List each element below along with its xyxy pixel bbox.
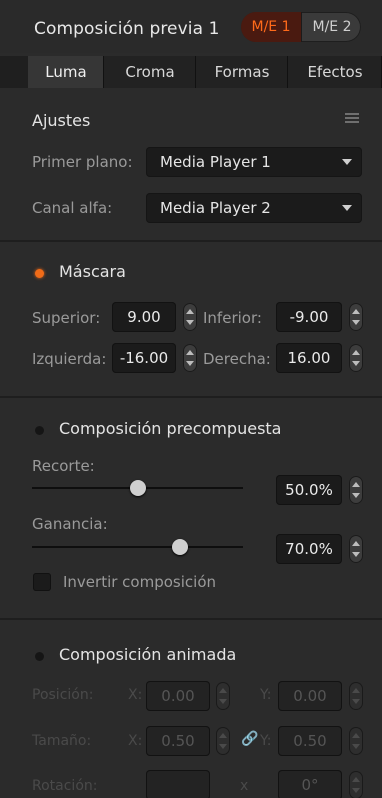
chevron-down-icon [342,205,352,211]
tab-efectos[interactable]: Efectos [288,56,382,88]
ganancia-slider-handle[interactable] [171,539,188,555]
divider [0,618,382,620]
tamano-y-input[interactable]: 0.50 [278,726,342,756]
ganancia-slider-track[interactable] [32,546,243,548]
hamburger-menu-icon[interactable] [345,113,359,123]
derecha-input[interactable]: 16.00 [276,343,342,373]
tab-croma[interactable]: Croma [104,56,196,88]
posicion-y-label: Y: [260,687,272,703]
tamano-label: Tamaño: [32,733,92,749]
tab-luma[interactable]: Luma [28,56,104,88]
panel-title: Composición previa 1 [34,19,220,39]
derecha-stepper[interactable] [349,344,363,372]
ganancia-input[interactable]: 70.0% [276,534,342,564]
superior-input[interactable]: 9.00 [112,302,176,332]
mascara-enable-indicator[interactable] [35,269,44,278]
posicion-label: Posición: [32,687,94,703]
tamano-y-stepper[interactable] [349,727,363,755]
mascara-title: Máscara [59,262,126,281]
tamano-x-input[interactable]: 0.50 [146,726,210,756]
primer-plano-label: Primer plano: [32,153,133,171]
panel-header: Composición previa 1 M/E 1 M/E 2 [0,0,382,53]
superior-stepper[interactable] [183,303,197,331]
canal-alfa-label: Canal alfa: [32,199,113,217]
izquierda-label: Izquierda: [32,350,107,368]
recorte-label: Recorte: [32,457,95,475]
me1-button[interactable]: M/E 1 [241,12,302,42]
divider [0,240,382,242]
chevron-down-icon [342,159,352,165]
rotacion-label: Rotación: [32,778,98,794]
rotacion-input-left[interactable] [146,770,210,798]
invertir-checkbox[interactable] [33,573,51,591]
tamano-x-stepper[interactable] [216,727,230,755]
ganancia-label: Ganancia: [32,515,108,533]
posicion-x-stepper[interactable] [216,682,230,710]
invertir-label: Invertir composición [63,573,217,591]
chain-link-icon[interactable]: 🔗 [241,731,258,747]
animada-title: Composición animada [59,645,237,664]
ajustes-title: Ajustes [32,111,91,130]
recorte-input[interactable]: 50.0% [276,475,342,505]
superior-label: Superior: [32,309,101,327]
ganancia-stepper[interactable] [349,535,363,563]
upstream-key-panel: Composición previa 1 M/E 1 M/E 2 Luma Cr… [0,0,382,798]
precompuesta-enable-indicator[interactable] [35,426,44,435]
me-selector: M/E 1 M/E 2 [241,12,361,42]
derecha-label: Derecha: [203,350,271,368]
posicion-x-input[interactable]: 0.00 [146,681,210,711]
canal-alfa-dropdown[interactable]: Media Player 2 [146,193,362,223]
rotacion-x-label: x [240,778,249,794]
posicion-x-label: X: [128,687,143,703]
canal-alfa-value: Media Player 2 [160,199,271,217]
inferior-label: Inferior: [203,309,262,327]
posicion-y-input[interactable]: 0.00 [278,681,342,711]
izquierda-input[interactable]: -16.00 [112,343,176,373]
divider [0,396,382,398]
tamano-y-label: Y: [260,733,272,749]
primer-plano-value: Media Player 1 [160,153,271,171]
recorte-stepper[interactable] [349,476,363,504]
me2-button[interactable]: M/E 2 [302,12,361,42]
animada-enable-indicator[interactable] [35,652,44,661]
key-type-tabs: Luma Croma Formas Efectos [0,56,382,88]
inferior-stepper[interactable] [349,303,363,331]
rotacion-input[interactable]: 0° [278,770,342,798]
tab-formas[interactable]: Formas [196,56,288,88]
rotacion-stepper[interactable] [349,771,363,798]
primer-plano-dropdown[interactable]: Media Player 1 [146,147,362,177]
posicion-y-stepper[interactable] [349,682,363,710]
izquierda-stepper[interactable] [183,344,197,372]
recorte-slider-handle[interactable] [129,480,146,496]
precompuesta-title: Composición precompuesta [59,419,282,438]
tamano-x-label: X: [128,733,143,749]
inferior-input[interactable]: -9.00 [276,302,342,332]
